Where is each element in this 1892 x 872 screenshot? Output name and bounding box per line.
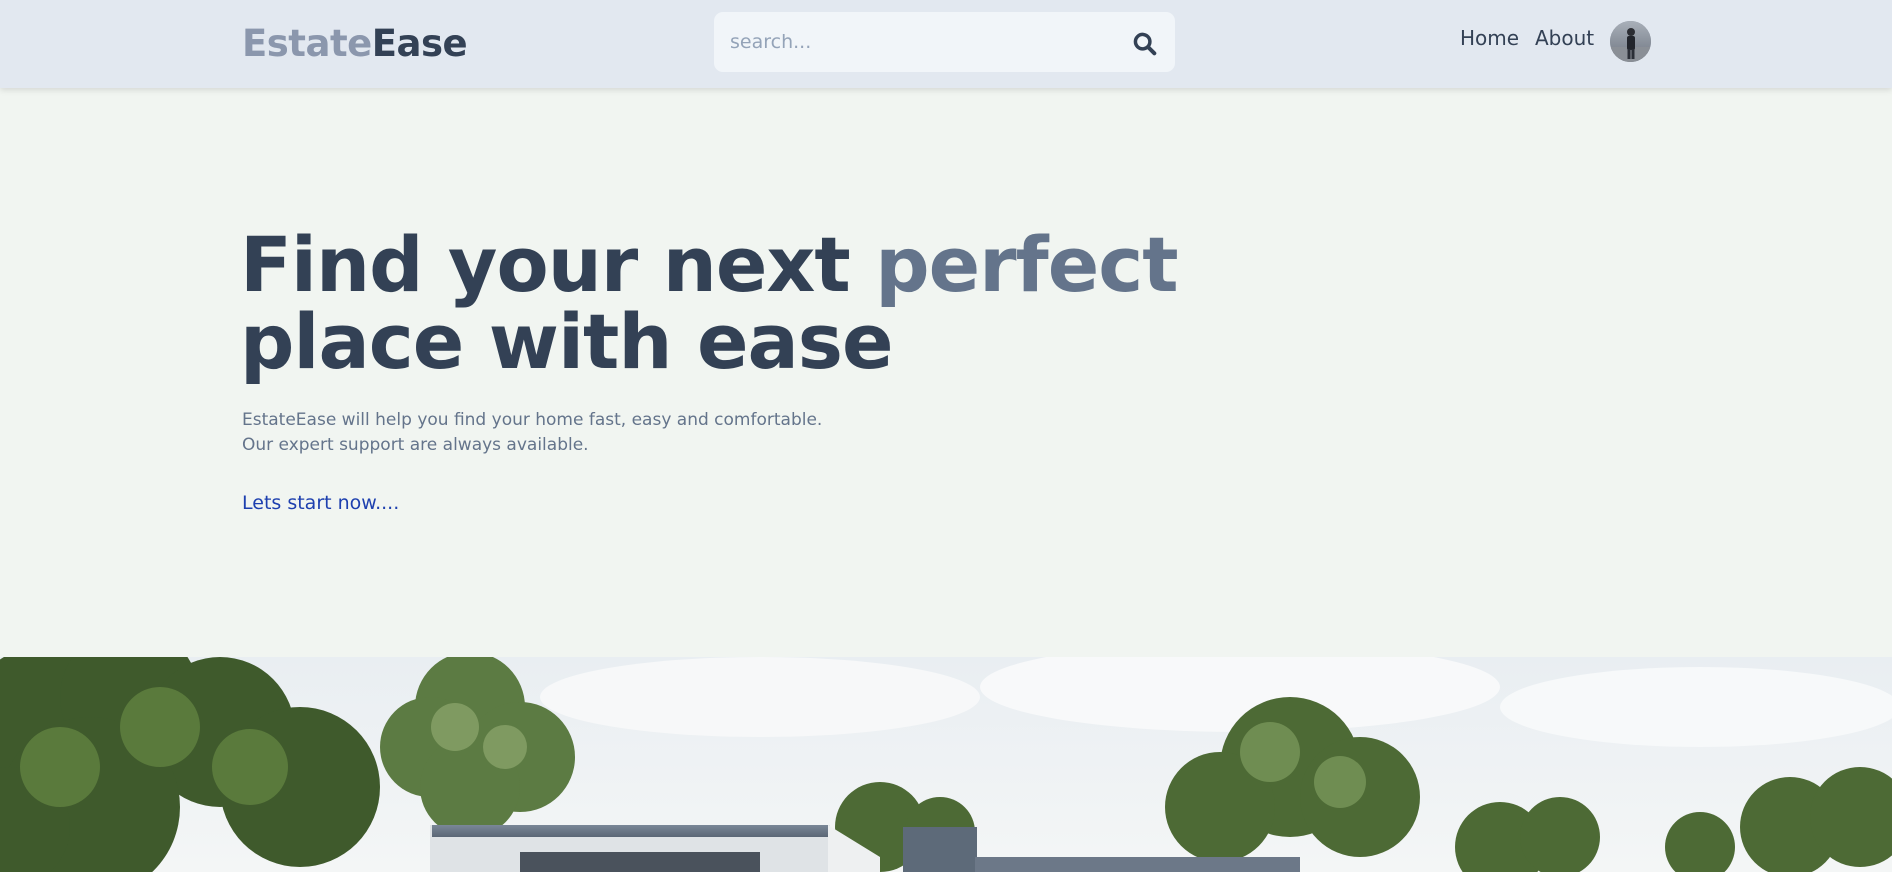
logo[interactable]: EstateEase [242,22,468,66]
hero-title-accent: perfect [875,220,1178,309]
nav-about-link[interactable]: About [1535,24,1594,52]
nav-home-link[interactable]: Home [1460,24,1519,52]
hero-description: EstateEase will help you find your home … [242,408,822,458]
site-header: EstateEase Home About [0,0,1892,88]
avatar-image [1610,21,1651,62]
hero-description-line2: Our expert support are always available. [242,435,589,455]
logo-estate: Estate [242,22,372,65]
hero-banner-image [0,657,1892,872]
search-input[interactable] [728,25,1108,59]
hero-title-line1-start: Find your next [240,220,876,309]
logo-ease: Ease [371,22,468,65]
house-photo [0,657,1892,872]
hero-title-line2: place with ease [240,297,894,386]
search-form [714,12,1175,72]
hero-title: Find your next perfect place with ease [240,226,1179,380]
start-now-link[interactable]: Lets start now.... [242,490,399,516]
avatar[interactable] [1610,21,1651,62]
search-icon[interactable] [1131,30,1159,58]
hero-description-line1: EstateEase will help you find your home … [242,410,823,430]
